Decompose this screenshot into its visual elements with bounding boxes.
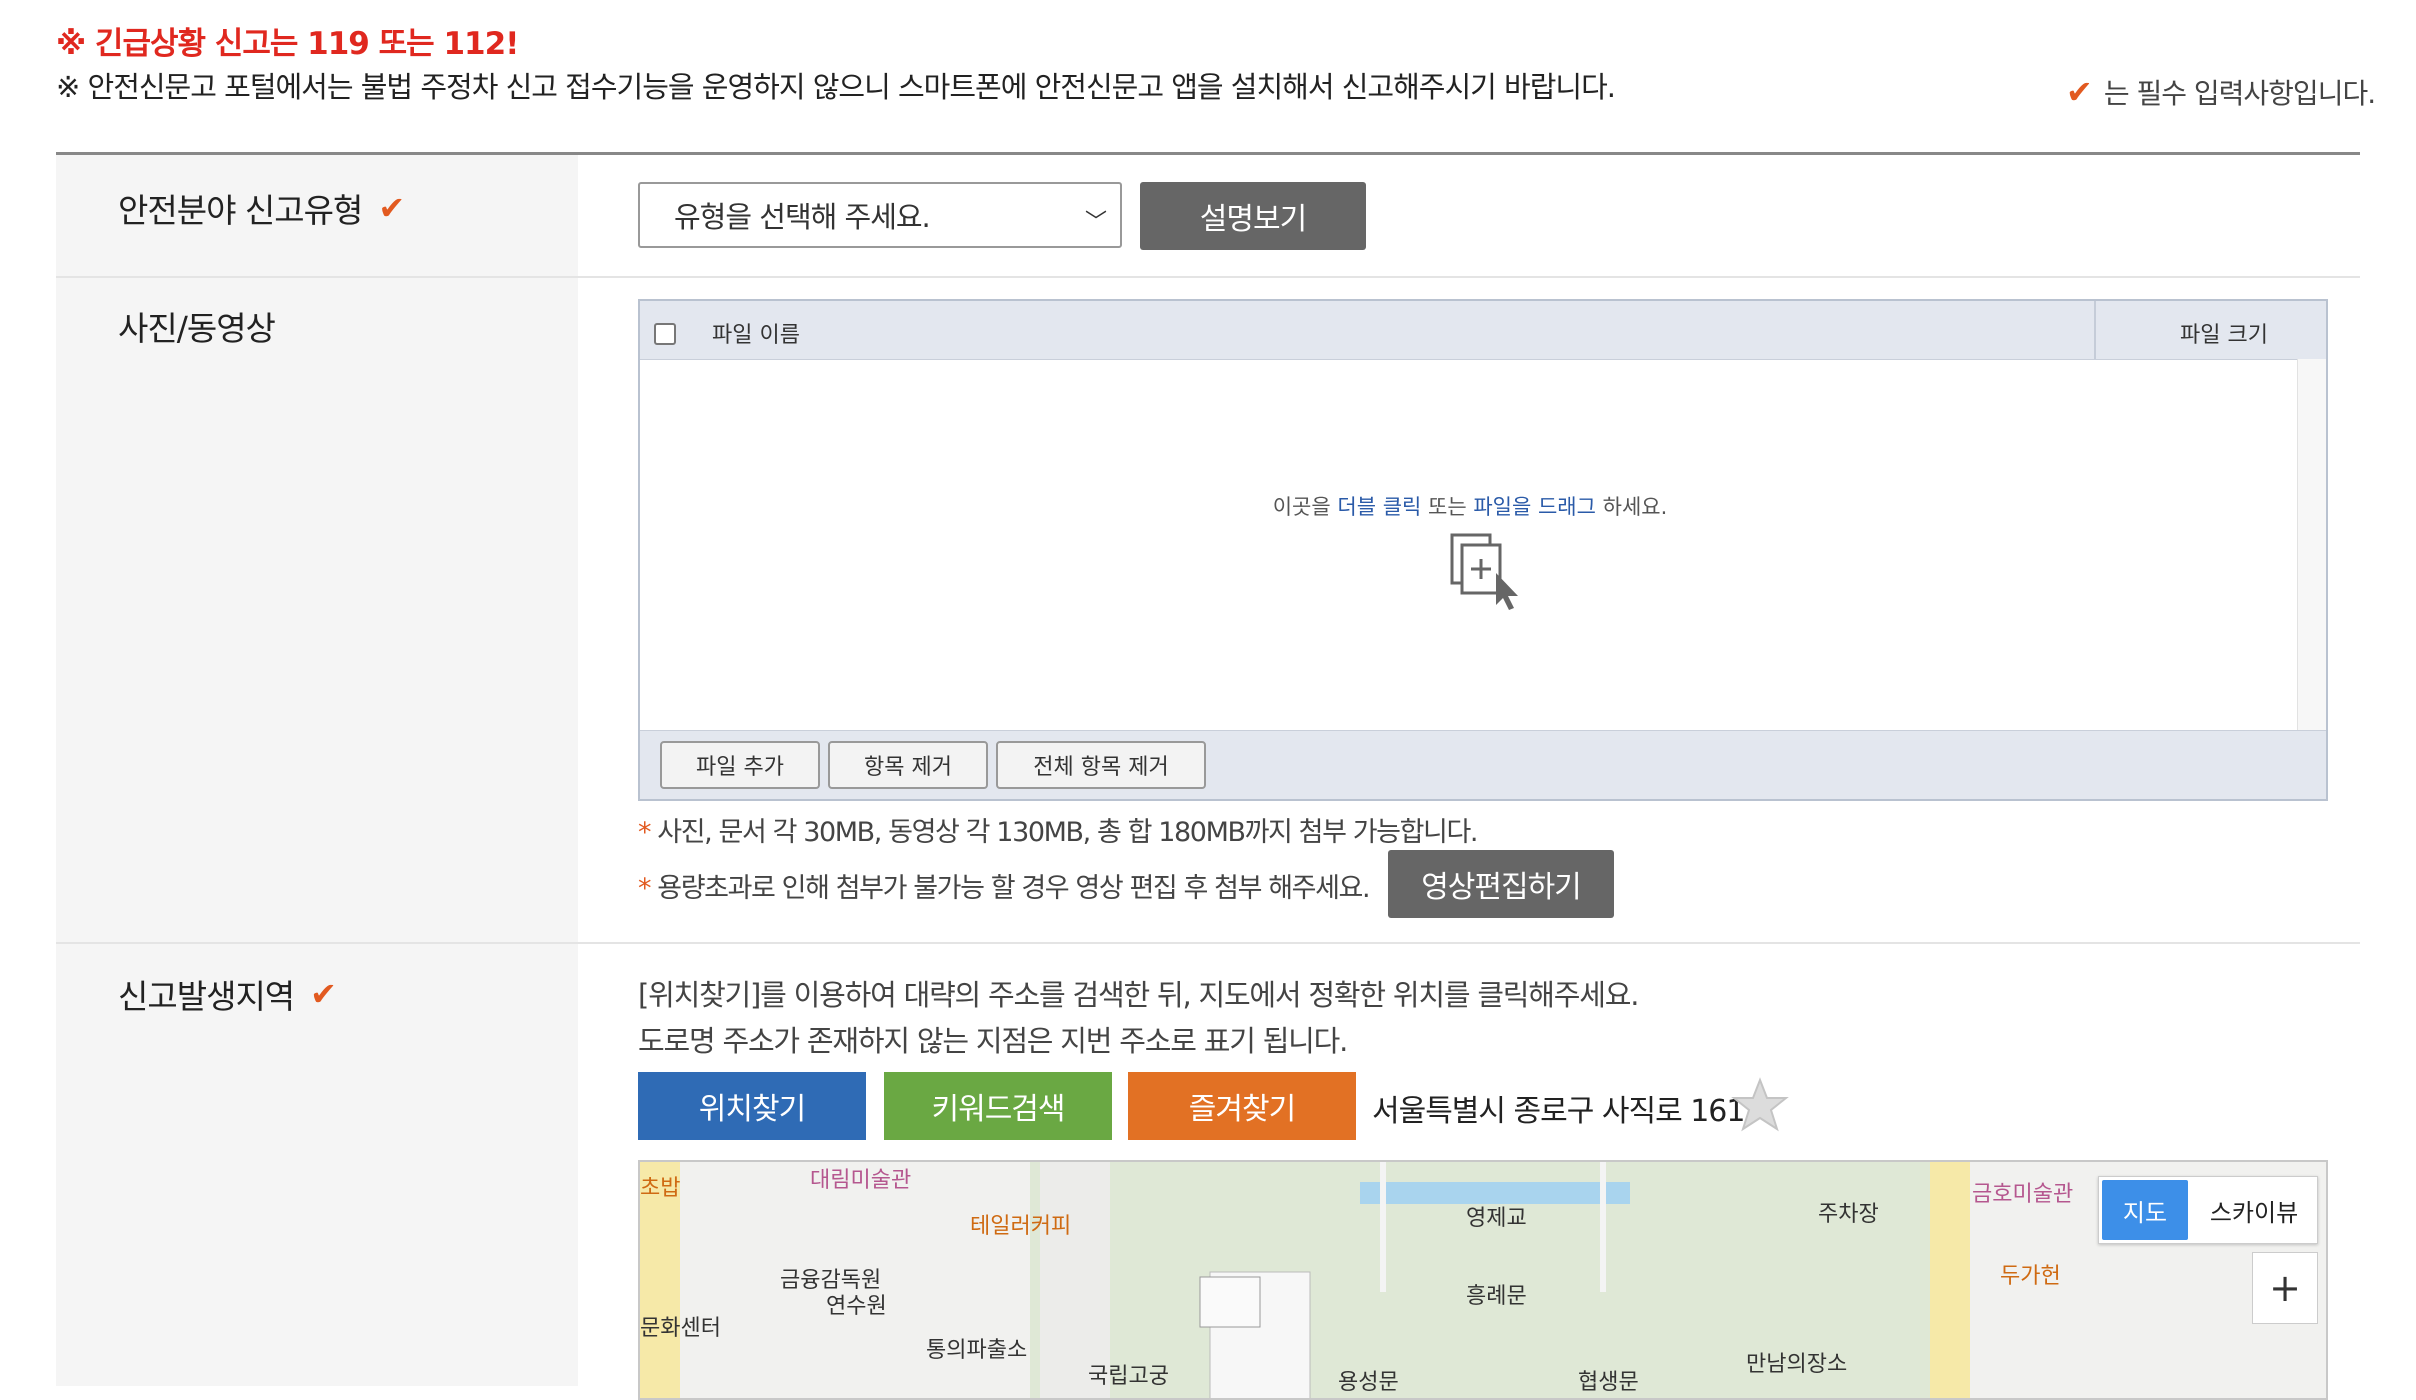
hint-drag: 파일을 드래그: [1473, 495, 1596, 519]
map-label: 국립고궁: [1088, 1364, 1169, 1389]
chevron-down-icon: ﹀: [1084, 210, 1107, 235]
report-type-select[interactable]: 유형을 선택해 주세요. ﹀: [638, 182, 1122, 248]
column-file-size: 파일 크기: [2180, 323, 2268, 348]
location-label-text: 신고발생지역: [118, 977, 295, 1016]
explain-button[interactable]: 설명보기: [1140, 182, 1366, 250]
add-file-button[interactable]: 파일 추가: [660, 741, 820, 789]
media-label: 사진/동영상: [118, 302, 276, 350]
asterisk-icon: *: [638, 873, 658, 904]
find-location-button[interactable]: 위치찾기: [638, 1072, 866, 1140]
edit-note: * 용량초과로 인해 첨부가 불가능 할 경우 영상 편집 후 첨부 해주세요.: [638, 866, 1371, 905]
check-icon: ✔: [2066, 73, 2093, 111]
required-legend-text: 는 필수 입력사항입니다.: [2103, 77, 2376, 110]
hint-part: 또는: [1421, 495, 1474, 519]
map-label: 테일러커피: [970, 1214, 1072, 1239]
required-check-icon: ✔: [378, 189, 405, 227]
column-separator[interactable]: [2094, 301, 2096, 359]
map-type-skyview[interactable]: 스카이뷰: [2191, 1177, 2317, 1243]
map-label: 영제교: [1466, 1206, 1527, 1231]
map-label: 연수원: [826, 1294, 887, 1319]
map-label: 문화센터: [640, 1316, 721, 1341]
emergency-notice: ※ 긴급상황 신고는 119 또는 112!: [56, 26, 519, 62]
drop-hint: 이곳을 더블 클릭 또는 파일을 드래그 하세요.: [640, 491, 2300, 521]
map-type-toggle: 지도 스카이뷰: [2098, 1176, 2318, 1244]
location-label: 신고발생지역 ✔: [118, 970, 337, 1018]
map-label: 초밥: [640, 1176, 681, 1201]
uploader-header: 파일 이름 파일 크기: [640, 301, 2326, 360]
edit-note-text: 용량초과로 인해 첨부가 불가능 할 경우 영상 편집 후 첨부 해주세요.: [657, 873, 1370, 904]
keyword-search-button[interactable]: 키워드검색: [884, 1072, 1112, 1140]
video-edit-button[interactable]: 영상편집하기: [1388, 850, 1614, 918]
location-desc-2: 도로명 주소가 존재하지 않는 지점은 지번 주소로 표기 됩니다.: [638, 1024, 1348, 1058]
hint-part: 이곳을: [1272, 495, 1338, 519]
size-limit-note-text: 사진, 문서 각 30MB, 동영상 각 130MB, 총 합 180MB까지 …: [657, 817, 1478, 848]
file-uploader[interactable]: 파일 이름 파일 크기 이곳을 더블 클릭 또는 파일을 드래그 하세요. 파일…: [638, 299, 2328, 801]
select-all-checkbox[interactable]: [654, 323, 676, 345]
map-label: 금호미술관: [1972, 1182, 2074, 1207]
map-label: 흥례문: [1466, 1284, 1527, 1309]
report-type-label: 안전분야 신고유형 ✔: [118, 184, 405, 232]
illegal-parking-notice: ※ 안전신문고 포털에서는 불법 주정차 신고 접수기능을 운영하지 않으니 스…: [56, 70, 1616, 104]
map-label: 두가헌: [2000, 1264, 2061, 1289]
remove-item-button[interactable]: 항목 제거: [828, 741, 988, 789]
favorites-button[interactable]: 즐겨찾기: [1128, 1072, 1356, 1140]
map-label: 대림미술관: [810, 1168, 912, 1193]
size-limit-note: * 사진, 문서 각 30MB, 동영상 각 130MB, 총 합 180MB까…: [638, 810, 1479, 849]
row-divider: [56, 276, 2360, 278]
report-type-select-value: 유형을 선택해 주세요.: [674, 200, 931, 234]
map-label: 만남의장소: [1746, 1352, 1848, 1377]
selected-address: 서울특별시 종로구 사직로 161: [1372, 1094, 1745, 1129]
map-label: 통의파출소: [926, 1338, 1028, 1363]
location-desc-1: [위치찾기]를 이용하여 대략의 주소를 검색한 뒤, 지도에서 정확한 위치를…: [638, 978, 1639, 1012]
uploader-scrollbar[interactable]: [2297, 359, 2326, 733]
star-icon[interactable]: [1730, 1076, 1790, 1140]
hint-part: 하세요.: [1595, 495, 1668, 519]
required-legend: ✔ 는 필수 입력사항입니다.: [2066, 72, 2376, 112]
add-file-icon[interactable]: [1448, 531, 1528, 615]
required-check-icon: ✔: [310, 975, 337, 1013]
map-type-map[interactable]: 지도: [2102, 1180, 2188, 1240]
zoom-in-button[interactable]: +: [2252, 1252, 2318, 1324]
map-label: 주차장: [1818, 1202, 1879, 1227]
map-view[interactable]: 초밥 대림미술관 테일러커피 금융감독원 연수원 문화센터 통의파출소 국립고궁…: [638, 1160, 2328, 1400]
map-label: 협생문: [1578, 1370, 1639, 1395]
row-divider: [56, 942, 2360, 944]
column-file-name: 파일 이름: [712, 323, 800, 348]
uploader-footer: 파일 추가 항목 제거 전체 항목 제거: [640, 730, 2326, 799]
remove-all-button[interactable]: 전체 항목 제거: [996, 741, 1206, 789]
map-label: 용성문: [1338, 1370, 1399, 1395]
asterisk-icon: *: [638, 817, 658, 848]
report-type-label-text: 안전분야 신고유형: [118, 191, 363, 230]
media-label-text: 사진/동영상: [118, 309, 276, 348]
hint-double-click: 더블 클릭: [1337, 495, 1422, 519]
